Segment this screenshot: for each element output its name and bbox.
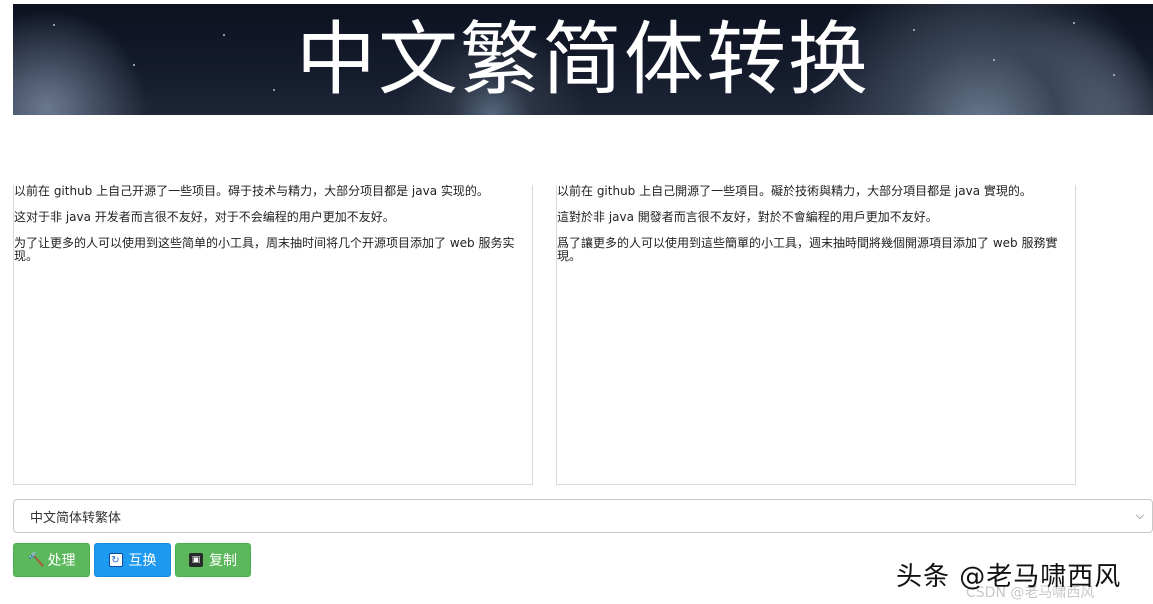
chevron-down-icon: ⌵ <box>1135 509 1144 522</box>
result-paragraph: 爲了讓更多的人可以使用到這些簡單的小工具，週末抽時間將幾個開源項目添加了 web… <box>557 236 1058 263</box>
source-paragraph: 以前在 github 上自己开源了一些项目。碍于技术与精力，大部分项目都是 ja… <box>14 184 489 198</box>
hammer-icon: 🔨 <box>27 552 45 568</box>
process-button[interactable]: 🔨 处理 <box>13 543 90 577</box>
source-text-area[interactable]: 以前在 github 上自己开源了一些项目。碍于技术与精力，大部分项目都是 ja… <box>13 185 533 485</box>
conversion-mode-select[interactable]: 中文简体转繁体 ⌵ <box>13 499 1153 533</box>
source-paragraph: 为了让更多的人可以使用到这些简单的小工具，周末抽时间将几个开源项目添加了 web… <box>14 236 515 263</box>
source-paragraph: 这对于非 java 开发者而言很不友好，对于不会编程的用户更加不友好。 <box>14 210 395 224</box>
conversion-mode-value: 中文简体转繁体 <box>30 510 122 526</box>
header-banner: 中文繁简体转换 <box>13 4 1153 115</box>
process-button-label: 处理 <box>47 553 76 569</box>
save-icon: ▣ <box>189 553 203 567</box>
watermark-toutiao: 头条 @老马啸西风 <box>896 562 1122 592</box>
result-paragraph: 以前在 github 上自己開源了一些項目。礙於技術與精力，大部分項目都是 ja… <box>557 184 1032 198</box>
result-paragraph: 這對於非 java 開發者而言很不友好，對於不會編程的用戶更加不友好。 <box>557 210 938 224</box>
swap-button[interactable]: ↻ 互换 <box>94 543 171 577</box>
copy-button-label: 复制 <box>209 553 237 569</box>
refresh-icon: ↻ <box>108 553 123 567</box>
swap-button-label: 互换 <box>128 553 157 569</box>
page-title: 中文繁简体转换 <box>296 13 870 106</box>
copy-button[interactable]: ▣ 复制 <box>175 543 251 577</box>
result-text-area[interactable]: 以前在 github 上自己開源了一些項目。礙於技術與精力，大部分項目都是 ja… <box>556 185 1076 485</box>
